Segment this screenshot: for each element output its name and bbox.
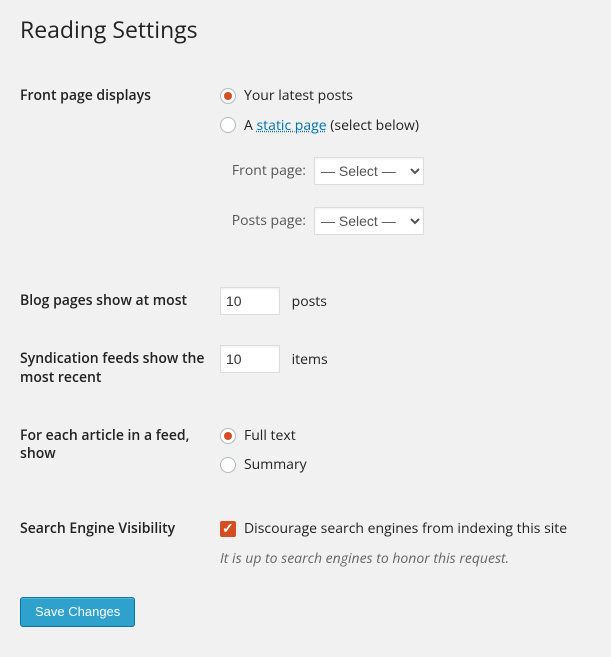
radio-latest-posts[interactable]: [220, 88, 236, 104]
radio-row-full-text: Full text: [220, 426, 581, 446]
static-page-link[interactable]: static page: [257, 116, 327, 135]
front-page-select-label: Front page:: [220, 161, 314, 181]
row-feed-article-show: For each article in a feed, show Full te…: [20, 407, 591, 500]
static-prefix: A: [244, 116, 257, 135]
input-posts-per-page[interactable]: [220, 287, 280, 315]
checkbox-discourage-search[interactable]: [220, 521, 236, 537]
radio-static-page[interactable]: [220, 117, 236, 133]
row-search-visibility: Search Engine Visibility Discourage sear…: [20, 500, 591, 583]
settings-form: Front page displays Your latest posts A …: [20, 67, 591, 583]
radio-label-static-page[interactable]: A static page (select below): [244, 116, 419, 136]
radio-summary[interactable]: [220, 457, 236, 473]
front-page-select-row: Front page: — Select —: [220, 157, 581, 185]
label-search-visibility: Search Engine Visibility: [20, 500, 220, 583]
search-visibility-description: It is up to search engines to honor this…: [220, 549, 581, 569]
label-syndication-feeds: Syndication feeds show the most recent: [20, 330, 220, 406]
static-page-selects: Front page: — Select — Posts page: — Sel…: [220, 157, 581, 235]
suffix-items: items: [292, 350, 328, 369]
radio-label-full-text[interactable]: Full text: [244, 426, 296, 446]
input-syndication-items[interactable]: [220, 345, 280, 373]
posts-page-select-label: Posts page:: [220, 211, 314, 231]
radio-full-text[interactable]: [220, 428, 236, 444]
submit-row: Save Changes: [20, 597, 591, 627]
posts-page-select[interactable]: — Select —: [314, 207, 424, 235]
radio-row-latest-posts: Your latest posts: [220, 86, 581, 106]
settings-page: Reading Settings Front page displays You…: [0, 0, 611, 657]
checkbox-label-discourage-search[interactable]: Discourage search engines from indexing …: [244, 519, 567, 539]
static-suffix: (select below): [327, 116, 419, 135]
radio-label-latest-posts[interactable]: Your latest posts: [244, 86, 353, 106]
radio-label-summary[interactable]: Summary: [244, 455, 307, 475]
label-blog-pages-show: Blog pages show at most: [20, 272, 220, 330]
label-front-page-displays: Front page displays: [20, 67, 220, 272]
save-changes-button[interactable]: Save Changes: [20, 597, 135, 627]
row-blog-pages-show: Blog pages show at most posts: [20, 272, 591, 330]
row-front-page-displays: Front page displays Your latest posts A …: [20, 67, 591, 272]
suffix-posts: posts: [292, 292, 327, 311]
posts-page-select-row: Posts page: — Select —: [220, 207, 581, 235]
radio-row-summary: Summary: [220, 455, 581, 475]
front-page-select[interactable]: — Select —: [314, 157, 424, 185]
checkbox-row-discourage: Discourage search engines from indexing …: [220, 519, 581, 539]
row-syndication-feeds: Syndication feeds show the most recent i…: [20, 330, 591, 406]
page-title: Reading Settings: [20, 4, 591, 49]
label-feed-article-show: For each article in a feed, show: [20, 407, 220, 500]
radio-row-static-page: A static page (select below): [220, 116, 581, 136]
